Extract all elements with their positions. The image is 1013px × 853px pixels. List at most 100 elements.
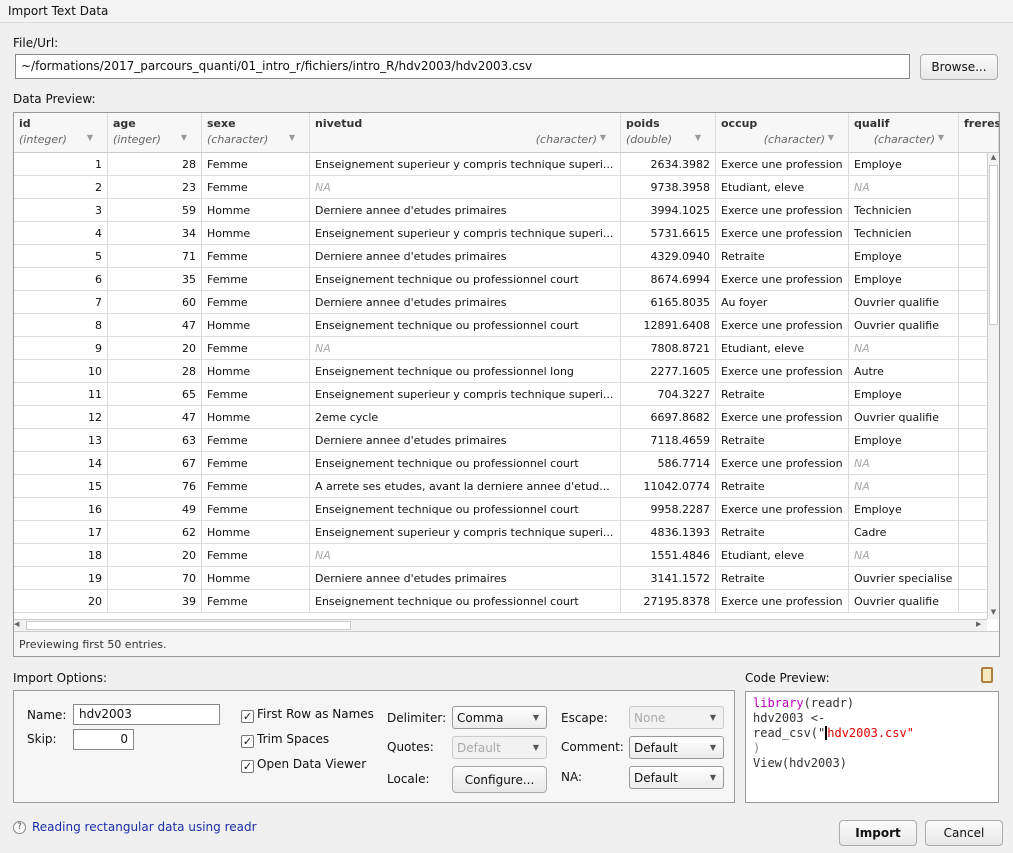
table-cell: Femme: [202, 153, 310, 176]
table-cell: 8674.6994: [621, 268, 716, 291]
sort-arrow-icon[interactable]: ▼: [181, 133, 187, 142]
table-cell: Employe: [849, 498, 959, 521]
code-keyword: library: [753, 696, 804, 710]
table-cell: 28: [108, 360, 202, 383]
table-cell: Retraite: [716, 383, 849, 406]
table-cell: 2277.1605: [621, 360, 716, 383]
table-cell: Ouvrier qualifie: [849, 314, 959, 337]
table-row: 2 23 Femme NA 9738.3958 Etudiant, eleve NA: [14, 176, 999, 199]
caret-down-icon: ▼: [709, 743, 716, 752]
scroll-left-icon[interactable]: ◀: [14, 620, 25, 628]
table-cell: A arrete ses etudes, avant la derniere a…: [310, 475, 621, 498]
table-cell: 20: [14, 590, 108, 613]
scroll-up-icon[interactable]: ▲: [988, 153, 999, 164]
column-header-nivetud[interactable]: nivetud (character) ▼: [310, 113, 621, 153]
table-cell: 11042.0774: [621, 475, 716, 498]
table-cell: Enseignement technique ou professionnel …: [310, 452, 621, 475]
import-options-panel: Name: hdv2003 Skip: 0 ✓ First Row as Name…: [13, 690, 735, 803]
comment-value: Default: [634, 741, 678, 755]
sort-arrow-icon[interactable]: ▼: [87, 133, 93, 142]
table-cell: Derniere annee d'etudes primaires: [310, 245, 621, 268]
table-cell: 65: [108, 383, 202, 406]
table-cell: Enseignement technique ou professionnel …: [310, 498, 621, 521]
vertical-scroll-thumb[interactable]: [989, 165, 998, 325]
code-text: hdv2003 <- read_csv(": [753, 711, 826, 740]
copy-clipboard-icon[interactable]: [981, 667, 993, 683]
scroll-down-icon[interactable]: ▼: [988, 608, 999, 619]
trim-spaces-checkbox[interactable]: ✓ Trim Spaces: [241, 732, 329, 748]
cancel-button[interactable]: Cancel: [925, 820, 1003, 846]
name-label: Name:: [27, 708, 67, 722]
column-header-age[interactable]: age (integer) ▼: [108, 113, 202, 153]
comment-select[interactable]: Default ▼: [629, 736, 724, 759]
table-cell: Employe: [849, 245, 959, 268]
scroll-right-icon[interactable]: ▶: [976, 620, 987, 628]
table-cell: 60: [108, 291, 202, 314]
table-cell: Derniere annee d'etudes primaires: [310, 291, 621, 314]
table-row: 5 71 Femme Derniere annee d'etudes primaire…: [14, 245, 999, 268]
code-text: (readr): [803, 696, 855, 710]
preview-status: Previewing first 50 entries.: [14, 631, 999, 656]
column-name: freres: [964, 117, 1000, 130]
skip-input[interactable]: 0: [73, 729, 134, 750]
sort-arrow-icon[interactable]: ▼: [289, 133, 295, 142]
table-cell: Ouvrier qualifie: [849, 590, 959, 613]
table-cell: Derniere annee d'etudes primaires: [310, 429, 621, 452]
sort-arrow-icon[interactable]: ▼: [600, 133, 606, 142]
column-name: nivetud: [315, 117, 363, 130]
table-cell: 27195.8378: [621, 590, 716, 613]
table-cell: 2: [14, 176, 108, 199]
table-cell: NA: [310, 337, 621, 360]
table-cell: 71: [108, 245, 202, 268]
import-button[interactable]: Import: [839, 820, 917, 846]
code-text: ): [753, 741, 761, 755]
table-row: 6 35 Femme Enseignement technique ou profes…: [14, 268, 999, 291]
table-row: 12 47 Homme 2eme cycle 6697.8682 Exerce une p…: [14, 406, 999, 429]
table-cell: Exerce une profession: [716, 268, 849, 291]
table-row: 1 28 Femme Enseignement superieur y compris…: [14, 153, 999, 176]
table-cell: 4329.0940: [621, 245, 716, 268]
horizontal-scroll-thumb[interactable]: [26, 621, 351, 630]
horizontal-scrollbar[interactable]: ◀ ▶: [14, 619, 987, 631]
column-header-occup[interactable]: occup (character) ▼: [716, 113, 849, 153]
table-cell: 23: [108, 176, 202, 199]
first-row-names-checkbox[interactable]: ✓ First Row as Names: [241, 707, 374, 723]
table-cell: Retraite: [716, 475, 849, 498]
code-preview[interactable]: library(readr) hdv2003 <- read_csv(" hdv2…: [745, 691, 999, 803]
code-preview-label: Code Preview:: [745, 671, 830, 685]
configure-locale-button[interactable]: Configure...: [452, 766, 547, 793]
sort-arrow-icon[interactable]: ▼: [938, 133, 944, 142]
column-header-poids[interactable]: poids (double) ▼: [621, 113, 716, 153]
table-cell: Enseignement superieur y compris techniq…: [310, 383, 621, 406]
table-cell: 70: [108, 567, 202, 590]
vertical-scrollbar[interactable]: ▲ ▼: [987, 153, 999, 619]
file-url-input[interactable]: ~/formations/2017_parcours_quanti/01_int…: [15, 54, 910, 79]
open-data-viewer-checkbox[interactable]: ✓ Open Data Viewer: [241, 757, 366, 773]
column-header-sexe[interactable]: sexe (character) ▼: [202, 113, 310, 153]
table-cell: 18: [14, 544, 108, 567]
table-cell: Etudiant, eleve: [716, 544, 849, 567]
quotes-select[interactable]: Default ▼: [452, 736, 547, 759]
checkmark-icon: ✓: [241, 735, 254, 748]
table-cell: 1: [14, 153, 108, 176]
table-cell: Homme: [202, 406, 310, 429]
table-cell: 15: [14, 475, 108, 498]
table-cell: 3: [14, 199, 108, 222]
column-header-qualif[interactable]: qualif (character) ▼: [849, 113, 959, 153]
table-row: 10 28 Homme Enseignement technique ou profe…: [14, 360, 999, 383]
table-cell: Ouvrier specialise: [849, 567, 959, 590]
table-cell: Femme: [202, 544, 310, 567]
name-input[interactable]: hdv2003: [73, 704, 220, 725]
table-cell: NA: [849, 176, 959, 199]
column-header-freres[interactable]: freres: [959, 113, 999, 153]
na-select[interactable]: Default ▼: [629, 766, 724, 789]
delimiter-select[interactable]: Comma ▼: [452, 706, 547, 729]
browse-button[interactable]: Browse...: [920, 54, 998, 80]
table-cell: Employe: [849, 429, 959, 452]
column-name: age: [113, 117, 136, 130]
readr-help-link[interactable]: Reading rectangular data using readr: [32, 820, 257, 834]
sort-arrow-icon[interactable]: ▼: [695, 133, 701, 142]
sort-arrow-icon[interactable]: ▼: [828, 133, 834, 142]
escape-select[interactable]: None ▼: [629, 706, 724, 729]
column-header-id[interactable]: id (integer) ▼: [14, 113, 108, 153]
